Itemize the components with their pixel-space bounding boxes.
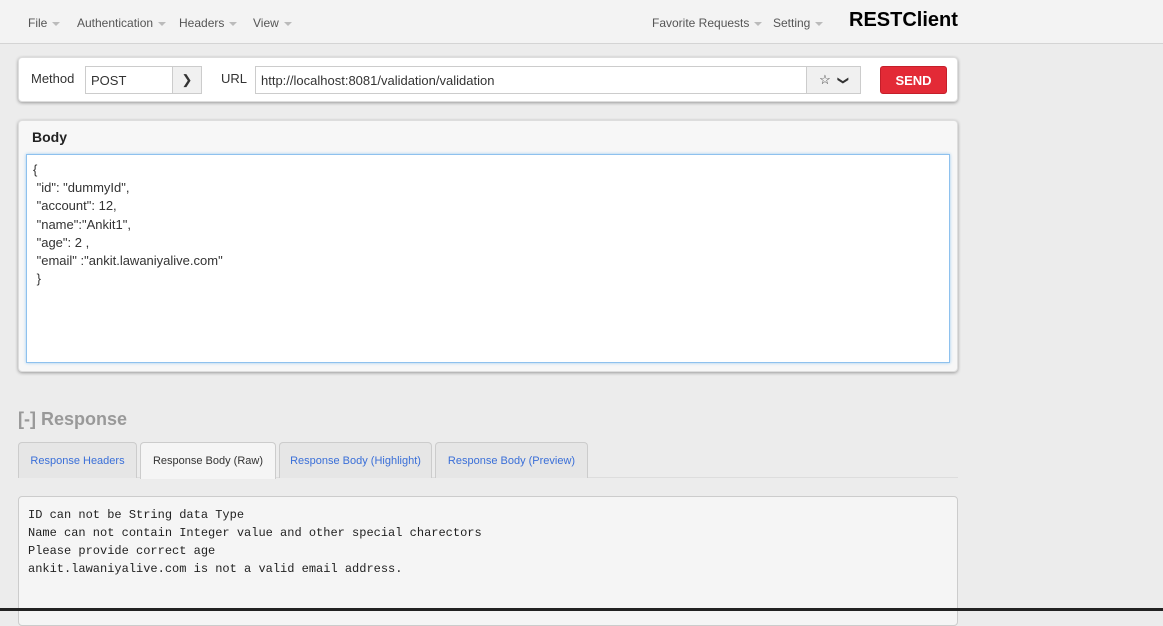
menu-setting[interactable]: Setting (773, 16, 824, 30)
caret-down-icon (283, 21, 292, 26)
send-button[interactable]: SEND (880, 66, 947, 94)
body-title: Body (32, 129, 67, 145)
caret-down-icon (52, 21, 61, 26)
response-line: ID can not be String data Type (28, 508, 245, 522)
response-body-output: ID can not be String data Type Name can n… (18, 496, 958, 626)
top-menu-bar: File Authentication Headers View Favorit… (0, 0, 1163, 44)
url-addon: ☆ ❯ (806, 66, 861, 94)
menu-view[interactable]: View (253, 16, 292, 30)
body-line: "name":"Ankit1", (33, 216, 131, 232)
response-line: Name can not contain Integer value and o… (28, 526, 482, 540)
menu-authentication[interactable]: Authentication (77, 16, 167, 30)
url-input[interactable]: http://localhost:8081/validation/validat… (255, 66, 807, 94)
menu-label: Headers (179, 16, 225, 30)
menu-label: Setting (773, 16, 811, 30)
chevron-down-icon: ❯ (181, 72, 193, 87)
method-label: Method (31, 71, 75, 86)
body-line: } (33, 271, 41, 287)
star-icon[interactable]: ☆ (819, 72, 831, 88)
body-line: "id": "dummyId", (33, 180, 130, 196)
body-line: { (33, 162, 38, 177)
tab-response-body-highlight[interactable]: Response Body (Highlight) (279, 442, 432, 478)
body-line: "account": 12, (33, 198, 117, 214)
app-brand: RESTClient (849, 9, 958, 31)
response-title[interactable]: [-] Response (18, 409, 127, 430)
body-line: "age": 2 , (33, 234, 90, 250)
body-line: "email" :"ankit.lawaniyalive.com" (33, 253, 223, 269)
method-select[interactable]: POST (85, 66, 173, 94)
tab-response-headers[interactable]: Response Headers (18, 442, 137, 478)
tab-response-body-preview[interactable]: Response Body (Preview) (435, 442, 588, 478)
caret-down-icon (815, 21, 824, 26)
caret-down-icon (158, 21, 167, 26)
method-dropdown-button[interactable]: ❯ (172, 66, 202, 94)
menu-label: Authentication (77, 16, 154, 30)
caret-down-icon (229, 21, 238, 26)
menu-label: File (28, 16, 48, 30)
response-line: ankit.lawaniyalive.com is not a valid em… (28, 562, 403, 576)
body-textarea[interactable]: { "id": "dummyId", "account": 12, "name"… (26, 154, 950, 363)
menu-file[interactable]: File (28, 16, 61, 30)
menu-label: View (253, 16, 279, 30)
url-label: URL (221, 71, 248, 86)
caret-down-icon (754, 21, 763, 26)
menu-headers[interactable]: Headers (179, 16, 238, 30)
menu-label: Favorite Requests (652, 16, 750, 30)
tab-response-body-raw[interactable]: Response Body (Raw) (140, 442, 276, 479)
chevron-down-icon[interactable]: ❯ (837, 75, 850, 84)
response-line: Please provide correct age (28, 544, 216, 558)
menu-favorite-requests[interactable]: Favorite Requests (652, 16, 763, 30)
